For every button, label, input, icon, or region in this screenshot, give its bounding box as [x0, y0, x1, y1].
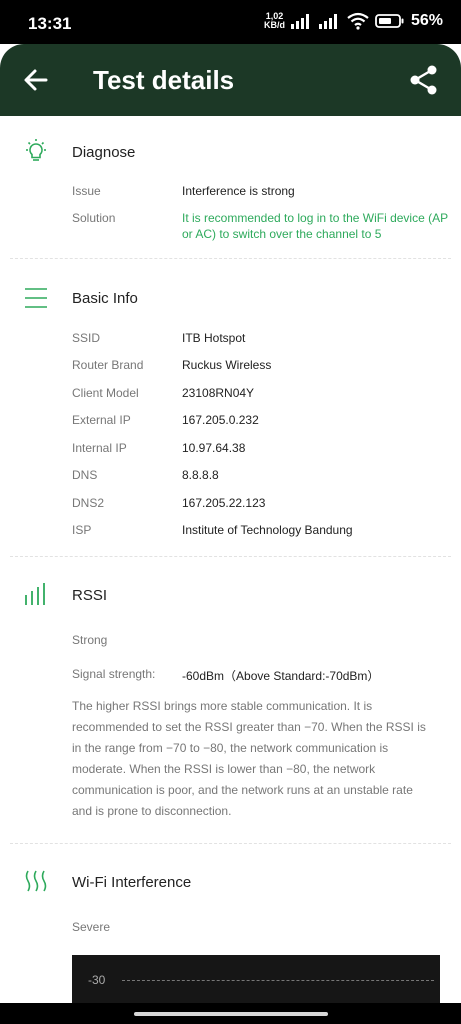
info-row-value: 8.8.8.8: [182, 468, 219, 482]
diagnose-title: Diagnose: [72, 144, 136, 161]
basic-info-title: Basic Info: [72, 290, 138, 307]
home-gesture-handle[interactable]: [134, 1012, 328, 1016]
info-row-label: ISP: [72, 523, 92, 537]
net-speed-unit: KB/d: [263, 20, 285, 30]
graph-gridline: [122, 980, 434, 981]
info-row-label: Client Model: [72, 386, 139, 400]
info-row-value: 23108RN04Y: [182, 386, 255, 400]
solution-value: It is recommended to log in to the WiFi …: [182, 211, 448, 241]
signal-icon: [318, 14, 337, 29]
divider: [10, 556, 451, 557]
share-icon[interactable]: [409, 64, 439, 96]
signal-bars-icon: [25, 583, 45, 605]
navigation-bar: [0, 1003, 461, 1024]
back-arrow-icon[interactable]: [22, 66, 50, 94]
info-row-value: Institute of Technology Bandung: [182, 523, 353, 537]
lightbulb-icon: [26, 139, 46, 161]
signal-strength-label: Signal strength:: [72, 667, 156, 681]
info-row-value: ITB Hotspot: [182, 331, 246, 345]
info-row-value: Ruckus Wireless: [182, 358, 272, 372]
info-row-value: 10.97.64.38: [182, 441, 246, 455]
wifi-icon: [347, 12, 369, 30]
rssi-level: Strong: [72, 633, 108, 647]
info-row-label: External IP: [72, 413, 131, 427]
issue-label: Issue: [72, 184, 101, 198]
divider: [10, 843, 451, 844]
list-icon: [25, 288, 47, 308]
info-row-label: Internal IP: [72, 441, 127, 455]
graph-axis-label: -30: [88, 973, 106, 987]
info-row-value: 167.205.0.232: [182, 413, 259, 427]
interference-level: Severe: [72, 920, 111, 934]
info-row-label: SSID: [72, 331, 101, 345]
signal-strength-value: -60dBm（Above Standard:-70dBm）: [182, 669, 380, 683]
solution-label: Solution: [72, 211, 116, 225]
page-title: Test details: [93, 65, 235, 95]
status-bar: 13:31 1,02 KB/d 56%: [0, 0, 461, 44]
rssi-title: RSSI: [72, 587, 108, 604]
status-icons: 1,02 KB/d 56%: [264, 12, 443, 30]
signal-icon: [290, 14, 309, 29]
divider: [10, 258, 451, 259]
info-row-label: Router Brand: [72, 358, 144, 372]
info-row-label: DNS2: [72, 496, 105, 510]
interference-waves-icon: [25, 870, 47, 892]
issue-value: Interference is strong: [182, 184, 295, 198]
battery-icon: [375, 14, 404, 28]
info-row-value: 167.205.22.123: [182, 496, 266, 510]
battery-level: 56%: [410, 12, 443, 29]
wifi-interference-title: Wi-Fi Interference: [72, 874, 192, 891]
info-row-label: DNS: [72, 468, 98, 482]
app-bar: Test details: [0, 44, 461, 116]
net-speed: 1,02 KB/d: [264, 12, 285, 30]
status-time: 13:31: [28, 14, 72, 33]
rssi-description: The higher RSSI brings more stable commu…: [72, 699, 426, 818]
